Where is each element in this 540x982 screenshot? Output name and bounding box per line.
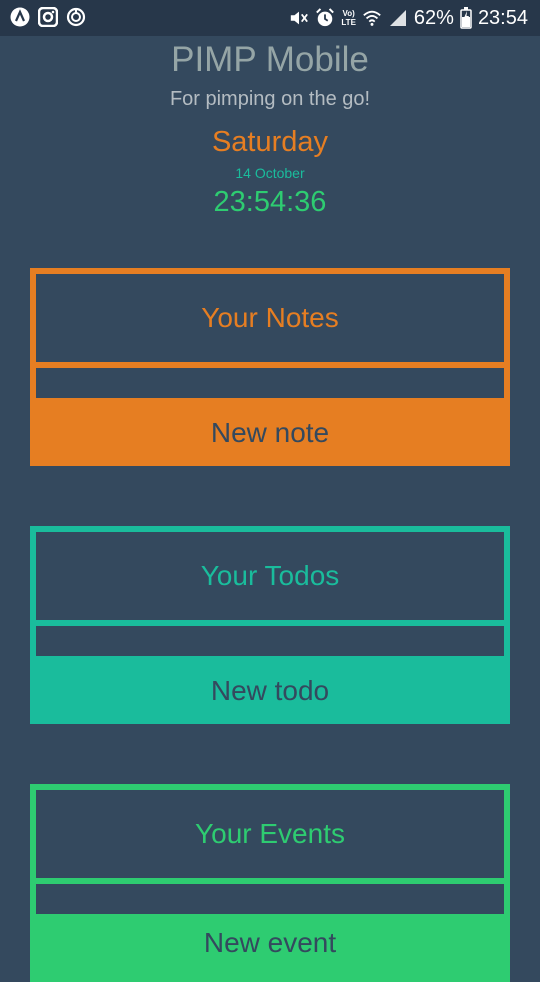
todos-title: Your Todos <box>36 532 504 620</box>
new-event-button[interactable]: New event <box>30 915 510 960</box>
app-icon <box>10 7 30 27</box>
date-label: 14 October <box>235 165 305 181</box>
day-label: Saturday <box>211 126 329 158</box>
mute-icon <box>289 8 309 28</box>
app-title: PIMP Mobile <box>171 40 369 79</box>
status-bar-right: Vo) LTE 62% 23:54 <box>289 4 528 32</box>
notes-list <box>36 368 504 398</box>
app-subtitle: For pimping on the go! <box>169 88 371 110</box>
battery-percent: 62% <box>413 7 454 29</box>
volte-bottom-label: LTE <box>341 18 356 27</box>
wifi-icon <box>362 8 382 28</box>
signal-icon <box>388 8 408 28</box>
status-clock: 23:54 <box>477 7 528 29</box>
status-bar-left <box>10 7 86 27</box>
volte-top-label: Vo) <box>342 9 355 18</box>
alarm-icon <box>315 8 335 28</box>
notes-title: Your Notes <box>36 274 504 362</box>
instagram-icon <box>38 7 58 27</box>
events-title: Your Events <box>36 790 504 878</box>
new-note-button[interactable]: New note <box>30 399 510 466</box>
time-label: 23:54:36 <box>213 186 327 218</box>
todos-card: Your Todos New todo <box>30 526 510 724</box>
battery-icon <box>460 7 472 29</box>
todos-list <box>36 626 504 656</box>
volte-icon: Vo) LTE <box>341 9 356 27</box>
events-list <box>36 884 504 914</box>
events-card: Your Events New event <box>30 784 510 982</box>
sync-icon <box>66 7 86 27</box>
status-bar: Vo) LTE 62% 23:54 <box>0 0 540 36</box>
new-todo-button[interactable]: New todo <box>30 657 510 724</box>
notes-card: Your Notes New note <box>30 268 510 466</box>
